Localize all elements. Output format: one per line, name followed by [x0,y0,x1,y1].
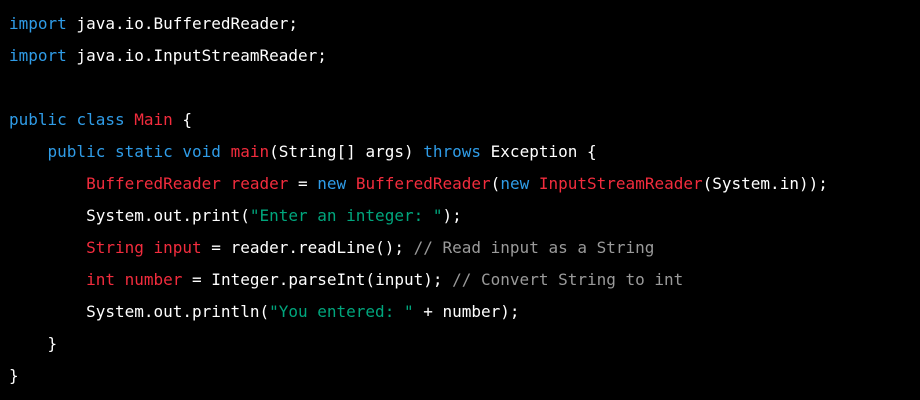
comment-token: // Convert String to int [452,270,684,289]
identifier-token: InputStreamReader [538,174,703,193]
code-line: import java.io.InputStreamReader; [9,40,920,72]
code-line: String input = reader.readLine(); // Rea… [9,232,920,264]
string-literal: "Enter an integer: " [249,206,443,225]
keyword-token: import [9,46,67,65]
string-literal: "You entered: " [269,302,414,321]
code-line: public static void main(String[] args) t… [9,136,920,168]
keyword-token: public [9,110,67,129]
comment-token: // Read input as a String [413,238,655,257]
code-line: import java.io.BufferedReader; [9,8,920,40]
identifier-token: String [86,238,144,257]
code-token: { [172,110,193,129]
keyword-token: void [182,142,221,161]
code-token: } [9,334,58,353]
code-token: } [9,366,19,385]
keyword-token: throws [423,142,482,161]
code-token: Exception { [481,142,597,161]
code-line: } [9,328,920,360]
code-line: public class Main { [9,104,920,136]
code-line: System.out.print("Enter an integer: "); [9,200,920,232]
keyword-token: import [9,14,67,33]
identifier-token: input [153,238,202,257]
code-line: System.out.println("You entered: " + num… [9,296,920,328]
keyword-token: public [47,142,106,161]
code-token: (String[] args) [269,142,424,161]
identifier-token: int [86,270,115,289]
identifier-token: number [124,270,183,289]
code-token: = [288,174,318,193]
code-token: = reader.readLine(); [201,238,414,257]
code-token: java.io.InputStreamReader; [66,46,327,65]
code-token: System.out.println( [9,302,270,321]
keyword-token: class [76,110,125,129]
keyword-token: static [114,142,173,161]
code-line: } [9,360,920,392]
keyword-token: new [317,174,347,193]
code-token: ( [490,174,501,193]
identifier-token: main [230,142,270,161]
code-token: = Integer.parseInt(input); [182,270,453,289]
identifier-token: BufferedReader [86,174,221,193]
keyword-token: new [500,174,530,193]
code-token: (System.in)); [702,174,828,193]
identifier-token: Main [134,110,173,129]
code-block[interactable]: import java.io.BufferedReader; import jav… [0,0,920,400]
code-token: System.out.print( [9,206,250,225]
code-token: java.io.BufferedReader; [66,14,298,33]
code-token: ); [442,206,462,225]
identifier-token: reader [230,174,289,193]
code-line: BufferedReader reader = new BufferedRead… [9,168,920,200]
identifier-token: BufferedReader [355,174,491,193]
code-token: + number); [413,302,520,321]
code-line: int number = Integer.parseInt(input); //… [9,264,920,296]
